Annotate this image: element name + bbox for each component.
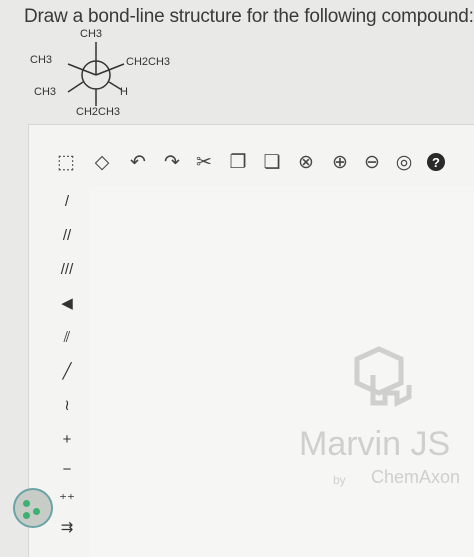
marvin-logo-icon bbox=[354, 346, 412, 408]
erase-tool-icon[interactable]: ◇ bbox=[89, 147, 115, 177]
marvin-watermark: Marvin JS by ChemAxon bbox=[291, 345, 474, 495]
double-bond-icon[interactable]: // bbox=[49, 221, 85, 249]
watermark-brand: ChemAxon bbox=[371, 467, 461, 487]
paste-icon[interactable]: ❏ bbox=[259, 147, 285, 177]
bubble-dot bbox=[23, 500, 30, 507]
zoom-out-icon[interactable]: ⊖ bbox=[359, 147, 385, 177]
triple-bond-icon[interactable]: /// bbox=[49, 255, 85, 283]
undo-icon[interactable]: ↶ bbox=[125, 147, 151, 177]
redo-icon[interactable]: ↷ bbox=[159, 147, 185, 177]
label-top-right: CH2CH3 bbox=[126, 56, 171, 68]
marvin-title: Marvin JS bbox=[299, 425, 451, 463]
bubble-dot bbox=[23, 512, 30, 519]
bubble-dot bbox=[33, 508, 40, 515]
chat-bubble-icon[interactable] bbox=[13, 488, 53, 528]
zoom-reset-icon[interactable]: ⊗ bbox=[293, 147, 319, 177]
question-text: Draw a bond-line structure for the follo… bbox=[24, 6, 474, 27]
sawhorse-structure: CH3 CH3 CH2CH3 CH3 H CH2CH3 bbox=[20, 28, 200, 122]
marvin-editor[interactable]: ⬚ ◇ ↶ ↷ ✂ ❐ ❏ ⊗ ⊕ ⊖ ◎ ? / // /// ◀ ⫽ ╱ ≀… bbox=[28, 124, 474, 557]
electron-pair-icon[interactable]: ⁺⁺ bbox=[49, 485, 85, 513]
label-top: CH3 bbox=[80, 28, 103, 40]
help-icon: ? bbox=[427, 153, 445, 171]
single-bond-icon[interactable]: / bbox=[49, 187, 85, 215]
label-bottom: CH2CH3 bbox=[76, 106, 121, 118]
zoom-in-icon[interactable]: ⊕ bbox=[327, 147, 353, 177]
charge-minus-icon[interactable]: − bbox=[49, 455, 85, 483]
help-button[interactable]: ? bbox=[423, 147, 449, 177]
chain-icon[interactable]: ╱ bbox=[49, 357, 85, 385]
charge-plus-icon[interactable]: + bbox=[49, 425, 85, 453]
label-bottom-right: H bbox=[120, 86, 128, 98]
top-toolbar: ⬚ ◇ ↶ ↷ ✂ ❐ ❏ ⊗ ⊕ ⊖ ◎ ? bbox=[29, 147, 474, 187]
copy-icon[interactable]: ❐ bbox=[225, 147, 251, 177]
zigzag-icon[interactable]: ≀ bbox=[49, 391, 85, 419]
label-bottom-left: CH3 bbox=[34, 86, 57, 98]
electron-arrow-icon[interactable]: ⇉ bbox=[49, 513, 85, 541]
hash-bond-icon[interactable]: ⫽ bbox=[49, 323, 85, 351]
zoom-fit-icon[interactable]: ◎ bbox=[391, 147, 417, 177]
watermark-by: by bbox=[333, 473, 346, 487]
select-tool-icon[interactable]: ⬚ bbox=[53, 147, 79, 177]
label-top-left: CH3 bbox=[30, 54, 53, 66]
cut-icon[interactable]: ✂ bbox=[191, 147, 217, 177]
wedge-bond-icon[interactable]: ◀ bbox=[49, 289, 85, 317]
left-toolbar: / // /// ◀ ⫽ ╱ ≀ + − ⁺⁺ ⇉ bbox=[49, 187, 85, 557]
